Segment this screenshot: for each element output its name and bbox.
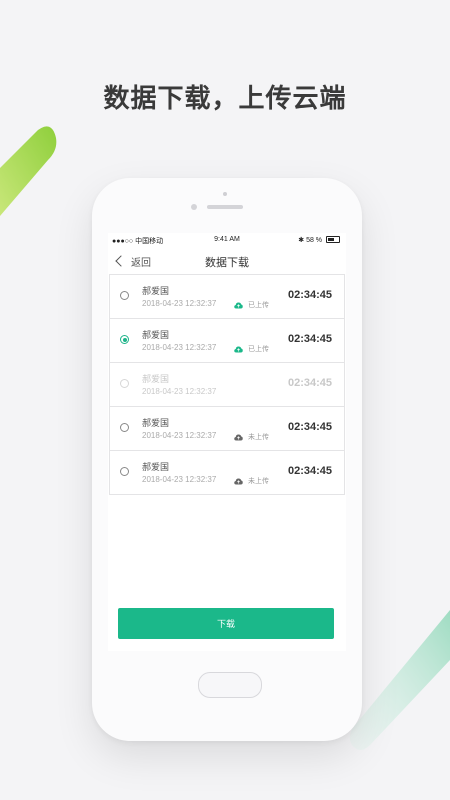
cloud-uploaded-icon <box>234 346 243 352</box>
record-datetime: 2018-04-23 12:32:37 <box>142 431 217 440</box>
earpiece-speaker <box>207 205 243 209</box>
radio-button[interactable] <box>120 467 129 476</box>
list-item[interactable]: 郝爱国 2018-04-23 12:32:37 已上传 02:34:45 <box>110 319 344 363</box>
status-bar: ●●●○○ 中国移动 9:41 AM ✱ 58 % <box>108 233 346 247</box>
upload-status: 已上传 <box>234 300 269 310</box>
download-button[interactable]: 下载 <box>118 608 334 639</box>
record-datetime: 2018-04-23 12:32:37 <box>142 343 217 352</box>
list-item[interactable]: 郝爱国 2018-04-23 12:32:37 未上传 02:34:45 <box>110 407 344 451</box>
radio-button[interactable] <box>120 291 129 300</box>
sensor-dot <box>223 192 227 196</box>
record-duration: 02:34:45 <box>287 377 332 389</box>
bluetooth-icon: ✱ <box>298 237 305 244</box>
battery-status: ✱ 58 % <box>298 236 340 244</box>
radio-button[interactable] <box>120 423 129 432</box>
list-item[interactable]: 郝爱国 2018-04-23 12:32:37 已上传 02:34:45 <box>110 275 344 319</box>
upload-status-label: 已上传 <box>248 301 269 309</box>
battery-percent: 58 % <box>306 237 323 244</box>
record-list: 郝爱国 2018-04-23 12:32:37 已上传 02:34:45 郝爱国 2018… <box>109 274 345 495</box>
battery-icon <box>326 236 340 243</box>
record-name: 郝爱国 <box>142 375 170 385</box>
cloud-not-uploaded-icon <box>234 478 243 484</box>
home-button <box>198 672 262 698</box>
cloud-not-uploaded-icon <box>234 434 243 440</box>
record-datetime: 2018-04-23 12:32:37 <box>142 387 217 396</box>
page-headline: 数据下载，上传云端 <box>103 84 347 114</box>
record-duration: 02:34:45 <box>287 333 332 345</box>
list-item[interactable]: 郝爱国 2018-04-23 12:32:37 未上传 02:34:45 <box>110 451 344 495</box>
front-camera <box>191 204 197 210</box>
record-name: 郝爱国 <box>142 419 170 429</box>
record-duration: 02:34:45 <box>287 465 332 477</box>
record-name: 郝爱国 <box>142 331 170 341</box>
record-datetime: 2018-04-23 12:32:37 <box>142 299 217 308</box>
upload-status-label: 已上传 <box>248 345 269 353</box>
upload-status: 未上传 <box>234 476 269 486</box>
record-duration: 02:34:45 <box>287 289 332 301</box>
radio-button <box>120 379 129 388</box>
page-title: 数据下载 <box>205 256 249 269</box>
list-item: 郝爱国 2018-04-23 12:32:37 02:34:45 <box>110 363 344 407</box>
record-duration: 02:34:45 <box>287 421 332 433</box>
upload-status: 已上传 <box>234 344 269 354</box>
upload-status-label: 未上传 <box>248 477 269 485</box>
record-datetime: 2018-04-23 12:32:37 <box>142 475 217 484</box>
upload-status-label: 未上传 <box>248 433 269 441</box>
record-name: 郝爱国 <box>142 463 170 473</box>
radio-button[interactable] <box>120 335 129 344</box>
phone-mockup: ●●●○○ 中国移动 9:41 AM ✱ 58 % 返回 数据下载 郝爱国 201… <box>92 178 362 741</box>
record-name: 郝爱国 <box>142 287 170 297</box>
cloud-uploaded-icon <box>234 302 243 308</box>
green-diagonal-stripe-decoration <box>0 126 57 216</box>
app-screen: ●●●○○ 中国移动 9:41 AM ✱ 58 % 返回 数据下载 郝爱国 201… <box>108 233 346 651</box>
nav-bar: 返回 数据下载 <box>108 249 346 273</box>
upload-status: 未上传 <box>234 432 269 442</box>
